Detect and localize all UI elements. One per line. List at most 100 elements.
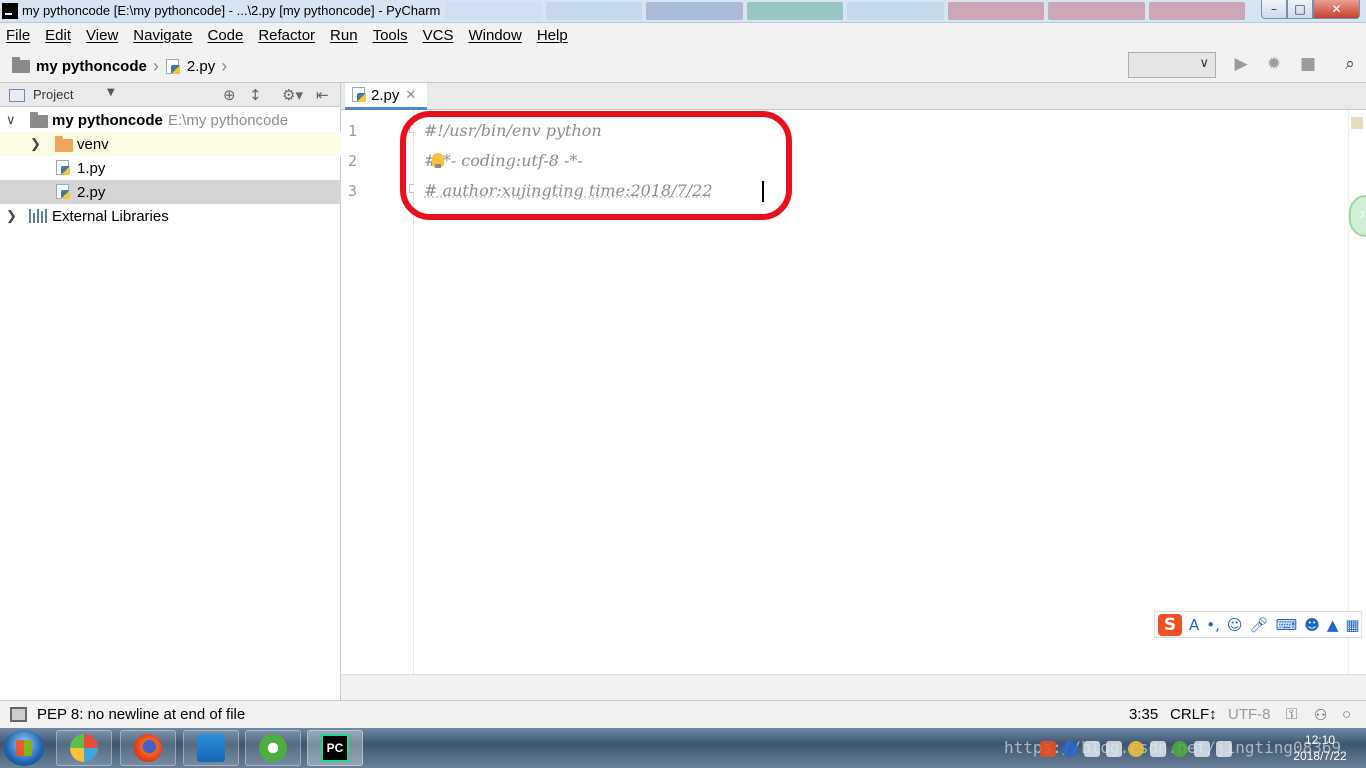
menu-tools[interactable]: Tools (373, 27, 408, 44)
start-button[interactable] (4, 730, 44, 766)
ime-keyboard-icon[interactable]: ⌨ (1276, 616, 1298, 634)
taskbar-app-4[interactable] (245, 730, 301, 766)
line-number: 3 (348, 182, 358, 200)
tree-item-label: External Libraries (52, 207, 169, 225)
taskbar-pycharm[interactable]: PC (307, 730, 363, 766)
menu-code[interactable]: Code (207, 27, 243, 44)
pycharm-app-icon (2, 3, 18, 19)
breadcrumb-project[interactable]: my pythoncode (36, 58, 147, 75)
chevron-right-icon: › (221, 56, 228, 76)
window-title-bar[interactable]: my pythoncode [E:\my pythoncode] - ...\2… (0, 0, 1366, 23)
stop-icon[interactable]: ■ (1298, 54, 1318, 74)
menu-vcs[interactable]: VCS (423, 27, 454, 44)
window-title: my pythoncode [E:\my pythoncode] - ...\2… (22, 3, 441, 18)
python-file-icon (55, 160, 71, 176)
tree-root-label: my pythoncode (52, 111, 163, 129)
menu-window[interactable]: Window (468, 27, 521, 44)
debug-icon[interactable]: ✹ (1264, 54, 1284, 74)
notifications-icon[interactable]: ○ (1342, 706, 1351, 723)
tray-icon[interactable] (1106, 741, 1122, 757)
project-tool-window: Project ▼ ⊕ ↕ ⚙▾ ⇤ ∨ my pythoncode E:\my… (0, 83, 341, 700)
tree-item-venv[interactable]: ❯ venv (0, 132, 341, 156)
search-icon[interactable]: ⌕ (1340, 54, 1360, 74)
tree-root-project[interactable]: ∨ my pythoncode E:\my pythoncode (0, 108, 341, 132)
menu-edit[interactable]: Edit (45, 27, 71, 44)
run-configuration-select[interactable]: ∨ (1128, 52, 1216, 78)
pycharm-icon: PC (321, 734, 349, 762)
python-file-icon (55, 184, 71, 200)
close-tab-icon[interactable]: ✕ (405, 87, 416, 103)
minimize-button[interactable]: – (1261, 0, 1287, 19)
tab-2py[interactable]: 2.py ✕ (345, 83, 427, 110)
taskbar-app-3[interactable] (183, 730, 239, 766)
breadcrumb-file[interactable]: 2.py (187, 58, 215, 75)
tree-item-label: venv (77, 135, 109, 153)
run-icon[interactable]: ▶ (1231, 54, 1251, 74)
line-separator[interactable]: CRLF↕ (1170, 706, 1217, 723)
taskbar-firefox[interactable] (120, 730, 176, 766)
settings-gear-icon[interactable]: ⚙▾ (282, 86, 303, 104)
tray-icon[interactable] (1150, 741, 1166, 757)
ime-toolbar: S A •, ☺ 🎤︎ ⌨ ☻ ▲ ▦ (1154, 611, 1362, 638)
project-panel-header: Project ▼ ⊕ ↕ ⚙▾ ⇤ (0, 83, 340, 107)
ime-toolbox-icon[interactable]: ▦ (1345, 616, 1359, 634)
tree-item-1py[interactable]: 1.py (0, 156, 341, 180)
folder-icon (55, 136, 73, 152)
app-window-icon (197, 734, 225, 762)
volume-icon[interactable] (1216, 741, 1232, 757)
ime-language-icon[interactable]: A (1189, 616, 1199, 634)
tree-root-path: E:\my pythoncode (168, 111, 289, 129)
python-file-icon (165, 58, 181, 75)
status-message: PEP 8: no newline at end of file (37, 706, 246, 723)
menu-refactor[interactable]: Refactor (258, 27, 315, 44)
collapse-all-icon[interactable]: ↕ (249, 86, 262, 104)
library-icon (29, 209, 47, 223)
menu-help[interactable]: Help (537, 27, 568, 44)
tree-item-label: 2.py (77, 183, 106, 201)
chevron-right-icon: › (152, 56, 159, 76)
menu-bar: File Edit View Navigate Code Refactor Ru… (0, 23, 1366, 47)
tree-item-2py[interactable]: 2.py (0, 180, 341, 204)
view-dropdown-icon[interactable]: ▼ (107, 87, 115, 98)
expanded-chevron-icon[interactable]: ∨ (6, 112, 16, 128)
taskbar-app-1[interactable] (56, 730, 112, 766)
file-encoding[interactable]: UTF-8 (1228, 706, 1271, 723)
tray-icon[interactable] (1172, 741, 1188, 757)
ime-punctuation-icon[interactable]: •, (1206, 616, 1220, 634)
close-button[interactable]: ✕ (1313, 0, 1360, 19)
breadcrumb: my pythoncode › 2.py › (12, 56, 233, 77)
annotation-highlight-ring (400, 111, 792, 220)
maximize-button[interactable]: □ (1287, 0, 1313, 19)
lock-icon[interactable]: ⚿ (1286, 706, 1297, 723)
ime-user-icon[interactable]: ☻ (1304, 616, 1320, 634)
menu-run[interactable]: Run (330, 27, 358, 44)
inspection-marker[interactable] (1351, 117, 1363, 129)
taskbar-clock[interactable]: 12:10 2018/7/22 (1280, 732, 1360, 764)
collapsed-chevron-icon[interactable]: ❯ (6, 208, 17, 224)
project-view-label[interactable]: Project (33, 87, 73, 102)
ime-voice-icon[interactable]: 🎤︎ (1250, 616, 1269, 634)
tool-window-toggle-icon[interactable] (10, 707, 27, 722)
network-icon[interactable] (1194, 741, 1210, 757)
hide-panel-icon[interactable]: ⇤ (316, 86, 329, 104)
menu-file[interactable]: File (6, 27, 30, 44)
folder-icon (30, 112, 48, 128)
help-tray-icon[interactable] (1062, 741, 1078, 757)
ime-emoji-icon[interactable]: ☺ (1227, 616, 1243, 634)
menu-view[interactable]: View (86, 27, 118, 44)
firefox-icon (134, 734, 162, 762)
caret-position[interactable]: 3:35 (1129, 706, 1158, 723)
clock-date: 2018/7/22 (1293, 749, 1347, 763)
sogou-ime-logo[interactable]: S (1158, 613, 1182, 636)
menu-navigate[interactable]: Navigate (133, 27, 192, 44)
tree-item-external-libraries[interactable]: ❯ External Libraries (0, 204, 341, 228)
ime-tray-icon[interactable] (1040, 741, 1056, 757)
locate-file-icon[interactable]: ⊕ (223, 86, 236, 104)
tray-icon[interactable] (1084, 741, 1100, 757)
status-bar: PEP 8: no newline at end of file 3:35 CR… (0, 700, 1366, 728)
editor-tab-bar: 2.py ✕ (341, 83, 1366, 110)
ime-skin-icon[interactable]: ▲ (1327, 616, 1339, 634)
inspector-icon[interactable]: ⚇ (1314, 706, 1327, 724)
tray-icon[interactable] (1128, 741, 1144, 757)
collapsed-chevron-icon[interactable]: ❯ (30, 136, 41, 152)
